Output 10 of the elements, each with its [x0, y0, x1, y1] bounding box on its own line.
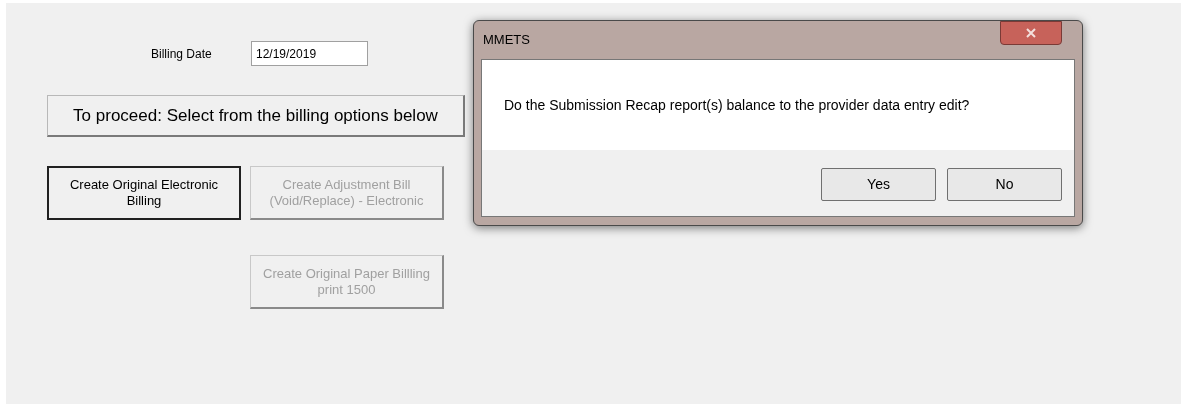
close-icon [1026, 28, 1036, 38]
dialog-title: MMETS [483, 31, 530, 50]
dialog-button[interactable]: No [947, 167, 1062, 201]
billing-date-field[interactable]: 12/19/2019 [251, 41, 368, 66]
close-button[interactable] [1000, 21, 1062, 45]
billing-option-button[interactable]: Create Original Electronic Billing [47, 166, 241, 220]
proceed-button[interactable]: To proceed: Select from the billing options below [47, 95, 465, 137]
billing-date-label: Billing Date [151, 45, 213, 63]
dialog-message: Do the Submission Recap report(s) balance to the provider data entry edit? [504, 95, 970, 115]
dialog-button[interactable]: Yes [821, 167, 936, 201]
